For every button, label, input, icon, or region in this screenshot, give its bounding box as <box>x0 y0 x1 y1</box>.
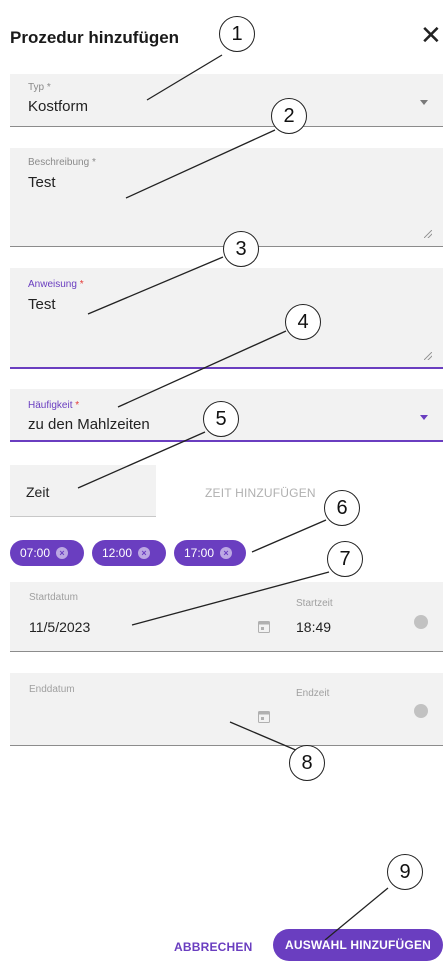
callout-marker: 7 <box>327 541 363 577</box>
callout-marker: 2 <box>271 98 307 134</box>
callout-marker: 4 <box>285 304 321 340</box>
callout-marker: 5 <box>203 401 239 437</box>
callout-marker: 1 <box>219 16 255 52</box>
callout-marker: 6 <box>324 490 360 526</box>
callout-marker: 9 <box>387 854 423 890</box>
callout-marker: 3 <box>223 231 259 267</box>
annotation-lines <box>77 54 389 941</box>
callout-marker: 8 <box>289 745 325 781</box>
